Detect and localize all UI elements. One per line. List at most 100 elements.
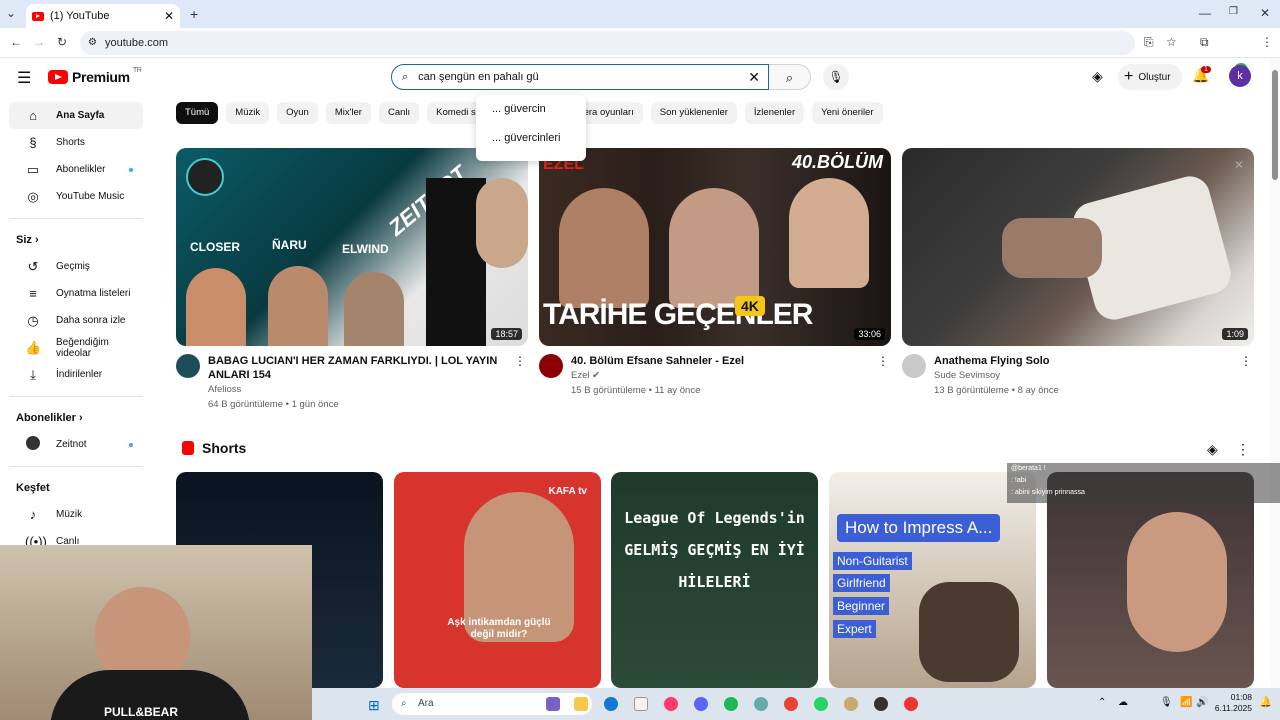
copilot-icon[interactable] <box>546 697 560 711</box>
create-button[interactable]: + Oluştur <box>1118 64 1182 90</box>
back-icon[interactable]: ← <box>10 35 22 49</box>
clock-time: 01:08 <box>1230 692 1252 702</box>
scrollbar-thumb[interactable] <box>1272 70 1278 180</box>
minimize-icon[interactable]: — <box>1199 6 1211 20</box>
sidebar-item-playlists[interactable]: ≡ Oynatma listeleri <box>9 280 143 307</box>
sidebar-item-zeitnot[interactable]: Zeitnot <box>9 431 143 458</box>
sidebar-item-liked-videos[interactable]: 👍 Beğendiğim videolar <box>9 334 143 361</box>
short-card[interactable]: How to Impress A... Non-Guitarist Girlfr… <box>829 472 1036 688</box>
channel-avatar[interactable] <box>176 354 200 378</box>
chip[interactable]: Müzik <box>226 102 270 124</box>
sidebar-item-watch-later[interactable]: ◷ Daha sonra izle <box>9 307 143 334</box>
account-avatar[interactable]: k <box>1229 65 1251 87</box>
video-title[interactable]: 40. Bölüm Efsane Sahneler - Ezel <box>571 354 871 368</box>
opera-icon[interactable] <box>664 697 678 711</box>
restore-icon[interactable]: ❐ <box>1229 6 1238 17</box>
short-card[interactable]: League Of Legends'in GELMİŞ GEÇMİŞ EN İY… <box>611 472 818 688</box>
sidebar-item-shorts[interactable]: § Shorts <box>9 129 143 156</box>
shorts-remix-icon[interactable]: ◈ <box>1092 68 1103 85</box>
short-card[interactable] <box>1047 472 1254 688</box>
more-options-icon[interactable]: ⋮ <box>514 354 526 368</box>
sidebar-item-home[interactable]: ⌂ Ana Sayfa <box>9 102 143 129</box>
sidebar-item-subscriptions[interactable]: ▭ Abonelikler <box>9 156 143 183</box>
more-options-icon[interactable]: ⋮ <box>1240 354 1252 368</box>
windows-start-icon[interactable]: ⊞ <box>368 697 380 714</box>
thumbnail-text: ÑARU <box>272 238 307 252</box>
forward-icon[interactable]: → <box>33 35 45 49</box>
video-thumbnail[interactable]: ✕ 1:09 <box>902 148 1254 346</box>
section-subscriptions-heading[interactable]: Abonelikler › <box>0 405 152 431</box>
site-info-icon[interactable]: ⚙ <box>88 31 97 55</box>
short-card[interactable]: KAFA tv Aşk intikamdan güçlü değil midir… <box>394 472 601 688</box>
channel-avatar[interactable] <box>902 354 926 378</box>
chip[interactable]: Yeni öneriler <box>812 102 883 124</box>
channel-avatar[interactable] <box>539 354 563 378</box>
network-icon[interactable]: ☁ <box>1118 697 1128 708</box>
tab-title: (1) YouTube <box>50 10 110 22</box>
shorts-remix-icon[interactable]: ◈ <box>1207 441 1218 458</box>
clear-search-icon[interactable]: ✕ <box>748 69 760 86</box>
browser-tab[interactable]: (1) YouTube ✕ <box>26 4 180 28</box>
edge-icon[interactable] <box>604 697 618 711</box>
youtube-music-icon[interactable] <box>904 697 918 711</box>
tab-list-icon[interactable]: ⌄ <box>6 6 16 20</box>
browser-menu-icon[interactable]: ⋮ <box>1261 35 1273 49</box>
store-icon[interactable] <box>634 697 648 711</box>
mic-tray-icon[interactable]: 🎙 <box>1160 697 1173 708</box>
youtube-premium-logo[interactable]: Premium TR <box>48 67 142 85</box>
close-window-icon[interactable]: ✕ <box>1260 6 1270 20</box>
video-card[interactable]: ZEITNOT CLOSER ÑARU ELWIND 18:57 BABAG L… <box>176 148 528 412</box>
chevron-up-icon[interactable]: ⌃ <box>1098 697 1106 708</box>
sidebar-item-downloads[interactable]: ⤓ İndirilenler <box>9 361 143 388</box>
search-button[interactable]: ⌕ <box>769 64 811 90</box>
url-field[interactable]: ⚙ youtube.com <box>80 31 1135 55</box>
suggestion-item[interactable]: ... güvercinleri <box>476 124 586 153</box>
search-input[interactable]: ⌕ can şengün en pahalı gü ✕ <box>391 64 769 90</box>
playlist-icon: ≡ <box>29 286 37 301</box>
sidebar-item-youtube-music[interactable]: ◎ YouTube Music <box>9 183 143 210</box>
taskbar-search-input[interactable]: ⌕ Ara <box>392 693 592 715</box>
video-thumbnail[interactable]: EZEL 40.BÖLÜM TARİHE GEÇENLER 4K 33:06 <box>539 148 891 346</box>
app-icon[interactable] <box>754 697 768 711</box>
channel-name[interactable]: Sude Sevimsoy <box>934 368 1234 383</box>
channel-name[interactable]: Ezel ✔ <box>571 368 871 383</box>
chip[interactable]: Canlı <box>378 102 420 124</box>
video-title[interactable]: BABAG LUCIAN'I HER ZAMAN FARKLIYDI. | LO… <box>208 354 508 382</box>
more-options-icon[interactable]: ⋮ <box>877 354 889 368</box>
voice-search-button[interactable]: 🎙 <box>823 64 849 90</box>
more-options-icon[interactable]: ⋮ <box>1236 441 1250 458</box>
sidebar-item-history[interactable]: ↺ Geçmiş <box>9 253 143 280</box>
section-you-heading[interactable]: Siz › <box>0 227 152 253</box>
wifi-icon[interactable]: 📶 <box>1180 697 1192 708</box>
extensions-icon[interactable]: ⧉ <box>1200 35 1209 50</box>
notifications-tray-icon[interactable]: 🔔 <box>1260 697 1272 708</box>
page-scrollbar[interactable] <box>1270 58 1280 688</box>
channel-name[interactable]: Afelioss <box>208 382 508 397</box>
close-tab-icon[interactable]: ✕ <box>164 9 174 23</box>
file-explorer-icon[interactable] <box>574 697 588 711</box>
video-card[interactable]: EZEL 40.BÖLÜM TARİHE GEÇENLER 4K 33:06 4… <box>539 148 891 398</box>
chip[interactable]: İzlenenler <box>744 102 805 124</box>
suggestion-item[interactable]: ... güvercin <box>476 95 586 124</box>
taskbar-clock[interactable]: 01:08 6.11.2025 <box>1215 692 1252 714</box>
obs-icon[interactable] <box>874 697 888 711</box>
bookmark-star-icon[interactable]: ☆ <box>1166 35 1177 49</box>
video-title[interactable]: Anathema Flying Solo <box>934 354 1234 368</box>
video-card[interactable]: ✕ 1:09 Anathema Flying Solo Sude Sevimso… <box>902 148 1254 398</box>
video-thumbnail[interactable]: ZEITNOT CLOSER ÑARU ELWIND 18:57 <box>176 148 528 346</box>
league-of-legends-icon[interactable] <box>844 697 858 711</box>
reload-icon[interactable]: ↻ <box>57 35 67 49</box>
volume-icon[interactable]: 🔊 <box>1196 697 1208 708</box>
chip-all[interactable]: Tümü <box>176 102 219 124</box>
chrome-icon[interactable] <box>784 697 798 711</box>
chip[interactable]: Mix'ler <box>325 102 371 124</box>
chip[interactable]: Son yüklenenler <box>650 102 737 124</box>
hamburger-menu-icon[interactable]: ☰ <box>17 68 31 88</box>
new-tab-icon[interactable]: + <box>190 6 198 22</box>
chip[interactable]: Oyun <box>277 102 318 124</box>
sidebar-item-music[interactable]: ♪ Müzik <box>9 501 143 528</box>
discord-icon[interactable] <box>694 697 708 711</box>
spotify-icon[interactable] <box>724 697 738 711</box>
whatsapp-icon[interactable] <box>814 697 828 711</box>
install-app-icon[interactable]: ⎘ <box>1144 35 1154 50</box>
